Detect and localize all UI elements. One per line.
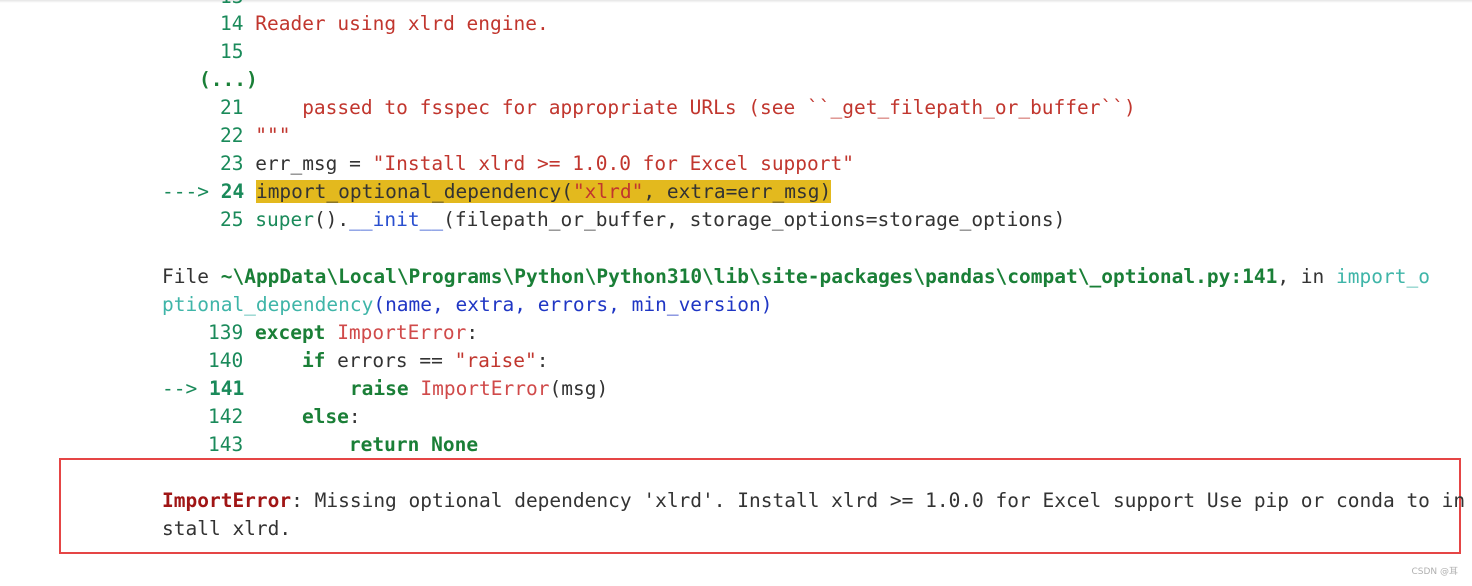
code-text: : (466, 321, 479, 344)
function-args: (name, extra, errors, min_version) (373, 293, 773, 316)
string-literal: "Install xlrd >= 1.0.0 for Excel support… (372, 152, 854, 175)
code-text: errors == (337, 349, 443, 372)
string-literal: "raise" (454, 349, 537, 372)
traceback-file-header: File ~\AppData\Local\Programs\Python\Pyt… (162, 263, 1430, 291)
dunder-name: __init__ (349, 208, 444, 231)
line-number: 140 (208, 349, 244, 372)
code-line: 25 super().__init__(filepath_or_buffer, … (220, 206, 1065, 234)
code-text: , extra=err_msg) (643, 180, 832, 203)
code-line: 143 return None (208, 431, 478, 459)
line-number: 22 (220, 124, 244, 147)
exception-name: ImportError (420, 377, 550, 400)
line-number: 24 (220, 180, 245, 203)
builtin-name: super (255, 208, 314, 231)
error-type: ImportError (162, 489, 292, 512)
code-text: """ (255, 124, 291, 147)
current-code-line: --> 141 raise ImportError(msg) (162, 375, 608, 403)
code-text: import_optional_dependency( (255, 180, 573, 203)
code-text: (msg) (549, 377, 609, 400)
keyword: except (254, 321, 326, 344)
code-text: (). (313, 208, 350, 231)
traceback-file-header-cont: ptional_dependency(name, extra, errors, … (162, 291, 773, 319)
line-number: 14 (220, 12, 244, 35)
code-text: : (348, 405, 361, 428)
string-literal: "xlrd" (572, 180, 644, 203)
code-text: Reader using xlrd engine. (255, 12, 549, 35)
constant: None (431, 433, 479, 456)
current-line-arrow: --> (162, 377, 198, 400)
error-message-cont: stall xlrd. (162, 515, 291, 543)
notebook-output: 13 14 Reader using xlrd engine. 15 (...)… (0, 0, 1472, 586)
line-number: 25 (220, 208, 244, 231)
current-code-line: ---> 24 import_optional_dependency("xlrd… (162, 178, 832, 206)
line-number: 21 (220, 96, 244, 119)
code-line: 142 else: (208, 403, 361, 431)
file-label: File (162, 265, 209, 288)
highlighted-code: import_optional_dependency("xlrd", extra… (255, 180, 832, 203)
error-message: ImportError: Missing optional dependency… (162, 487, 1465, 515)
current-line-arrow: ---> (162, 180, 209, 203)
keyword: else (301, 405, 349, 428)
function-name: import_o (1336, 265, 1430, 288)
watermark: CSDN @耳 (1411, 567, 1458, 577)
in-text: , in (1277, 265, 1325, 288)
code-line: 140 if errors == "raise": (208, 347, 549, 375)
exception-name: ImportError (337, 321, 467, 344)
code-line: 23 err_msg = "Install xlrd >= 1.0.0 for … (220, 150, 854, 178)
code-line: 21 passed to fsspec for appropriate URLs… (220, 94, 1136, 122)
error-text: stall xlrd. (162, 517, 292, 540)
code-line: 15 (220, 38, 243, 66)
keyword: return (348, 433, 420, 456)
line-number: 142 (208, 405, 244, 428)
line-number: 23 (220, 152, 244, 175)
code-text: : (536, 349, 549, 372)
keyword: if (301, 349, 326, 372)
code-text: err_msg = (255, 152, 361, 175)
keyword: raise (349, 377, 409, 400)
error-text: : Missing optional dependency 'xlrd'. In… (291, 489, 1466, 512)
code-line: 14 Reader using xlrd engine. (220, 10, 549, 38)
line-number: 139 (208, 321, 244, 344)
line-number: 143 (208, 433, 244, 456)
line-number: 141 (208, 377, 245, 400)
code-text: (filepath_or_buffer, storage_options=sto… (443, 208, 1066, 231)
line-number: 15 (220, 40, 244, 63)
code-text: passed to fsspec for appropriate URLs (s… (302, 96, 1136, 119)
elided-lines: (...) (199, 68, 258, 91)
code-line: 139 except ImportError: (208, 319, 478, 347)
code-line: 22 """ (220, 122, 290, 150)
file-path: ~\AppData\Local\Programs\Python\Python31… (220, 265, 1278, 288)
function-name: ptional_dependency (162, 293, 374, 316)
